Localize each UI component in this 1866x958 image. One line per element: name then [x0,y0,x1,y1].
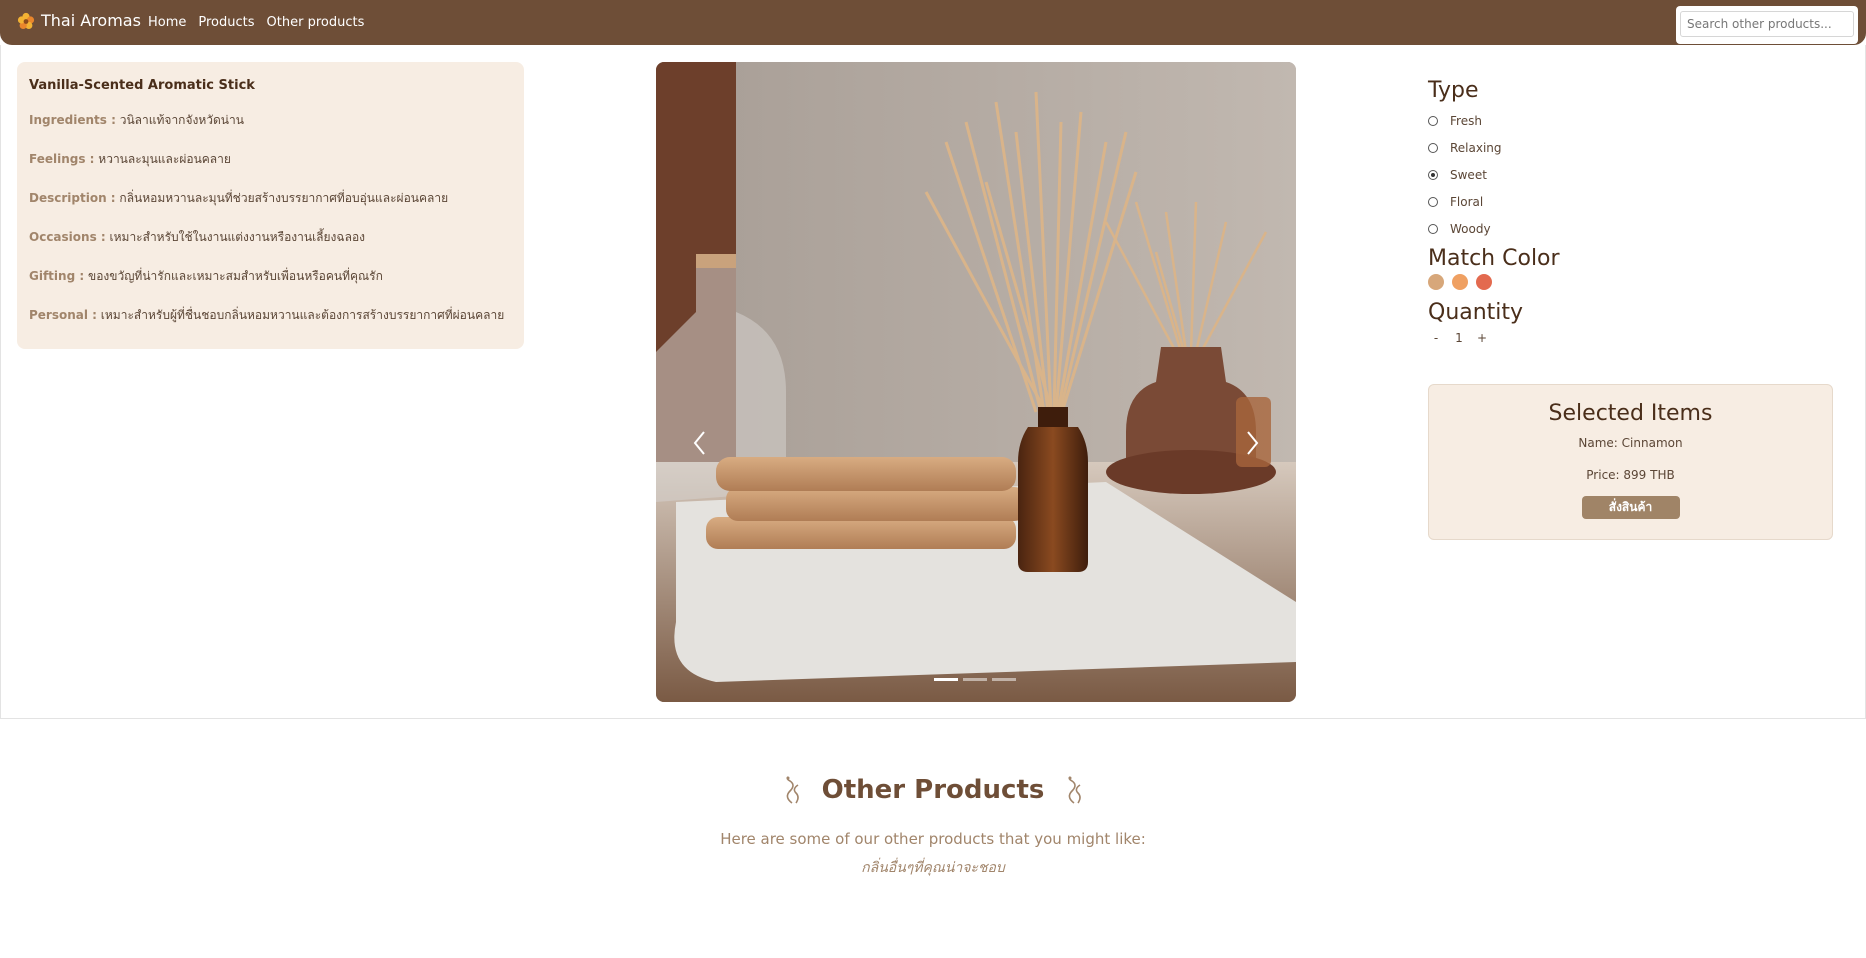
quantity-increase-button[interactable]: + [1474,331,1490,345]
product-image-carousel[interactable] [656,62,1296,702]
product-options: Type Fresh Relaxing Sweet Floral Woody M… [1428,78,1833,345]
selected-items-card: Selected Items Name: Cinnamon Price: 899… [1428,384,1833,540]
carousel-prev-button[interactable] [690,428,710,458]
color-swatch-orange[interactable] [1452,274,1468,290]
product-photo [656,62,1296,702]
brand[interactable]: Thai Aromas [17,11,141,30]
carousel-next-button[interactable] [1242,428,1262,458]
type-option-floral[interactable]: Floral [1428,188,1833,215]
quantity-heading: Quantity [1428,300,1524,325]
info-key: Description : [29,191,116,205]
quantity-value: 1 [1455,331,1463,345]
swirl-right-icon [1068,776,1082,804]
info-ingredients: Ingredients : วนิลาแท้จากจังหวัดน่าน [29,111,512,130]
selected-item-price: Price: 899 THB [1586,468,1675,482]
radio-button[interactable] [1428,196,1438,207]
radio-label: Relaxing [1450,140,1502,155]
radio-button[interactable] [1428,169,1438,180]
nav-home[interactable]: Home [148,15,186,30]
radio-label: Woody [1450,221,1491,236]
radio-label: Floral [1450,194,1484,209]
info-key: Feelings : [29,152,95,166]
info-value: วนิลาแท้จากจังหวัดน่าน [119,113,244,127]
type-option-relaxing[interactable]: Relaxing [1428,134,1833,161]
nav-links: Home Products Other products [148,15,364,30]
type-heading: Type [1428,78,1479,103]
type-option-sweet[interactable]: Sweet [1428,161,1833,188]
info-feelings: Feelings : หวานละมุนและผ่อนคลาย [29,150,512,169]
color-swatches [1428,274,1833,290]
info-value: ของขวัญที่น่ารักและเหมาะสมสำหรับเพื่อนหร… [87,269,383,283]
info-value: เหมาะสำหรับใช้ในงานแต่งงานหรืองานเลี้ยงฉ… [109,230,366,244]
quantity-decrease-button[interactable]: - [1428,331,1444,345]
other-products-section: Other Products Here are some of our othe… [0,775,1866,879]
info-occasions: Occasions : เหมาะสำหรับใช้ในงานแต่งงานหร… [29,228,512,247]
info-value: หวานละมุนและผ่อนคลาย [98,152,231,166]
info-key: Personal : [29,308,97,322]
color-swatch-tan[interactable] [1428,274,1444,290]
carousel-indicator[interactable] [963,678,987,681]
other-products-subtitle: Here are some of our other products that… [720,830,1146,848]
match-color-heading: Match Color [1428,246,1560,271]
radio-button[interactable] [1428,223,1438,234]
info-key: Occasions : [29,230,106,244]
selected-items-title: Selected Items [1548,401,1713,426]
quantity-stepper: - 1 + [1428,331,1833,345]
type-option-fresh[interactable]: Fresh [1428,107,1833,134]
radio-button[interactable] [1428,142,1438,153]
flower-icon [17,12,35,30]
info-key: Gifting : [29,269,85,283]
radio-label: Fresh [1450,113,1482,128]
search-container [1676,6,1858,44]
brand-name: Thai Aromas [41,11,141,30]
nav-other-products[interactable]: Other products [267,15,365,30]
swirl-left-icon [786,776,799,804]
info-key: Ingredients : [29,113,116,127]
info-personal: Personal : เหมาะสำหรับผู้ที่ชื่นชอบกลิ่น… [29,306,512,325]
type-option-woody[interactable]: Woody [1428,215,1833,242]
chevron-left-icon [693,431,705,455]
info-value: เหมาะสำหรับผู้ที่ชื่นชอบกลิ่นหอมหวานและต… [100,308,505,322]
color-swatch-red[interactable] [1476,274,1492,290]
info-value: กลิ่นหอมหวานละมุนที่ช่วยสร้างบรรยากาศที่… [119,191,449,205]
navbar: Thai Aromas Home Products Other products [0,0,1866,45]
search-input[interactable] [1680,11,1854,37]
type-radio-group: Fresh Relaxing Sweet Floral Woody [1428,107,1833,242]
carousel-indicator[interactable] [934,678,958,681]
radio-label: Sweet [1450,167,1487,182]
info-description: Description : กลิ่นหอมหวานละมุนที่ช่วยสร… [29,189,512,208]
chevron-right-icon [1247,431,1259,455]
carousel-indicators [934,678,1016,681]
other-products-title: Other Products [821,775,1045,805]
order-button[interactable]: สั่งสินค้า [1581,496,1680,519]
product-info-card: Vanilla-Scented Aromatic Stick Ingredien… [17,62,524,349]
radio-button[interactable] [1428,115,1438,126]
selected-item-name: Name: Cinnamon [1578,436,1683,450]
product-title: Vanilla-Scented Aromatic Stick [29,78,255,93]
info-gifting: Gifting : ของขวัญที่น่ารักและเหมาะสมสำหร… [29,267,512,286]
carousel-indicator[interactable] [992,678,1016,681]
other-products-header: Other Products [0,775,1866,805]
nav-products[interactable]: Products [198,15,254,30]
other-products-thai-subtitle: กลิ่นอื่นๆที่คุณน่าจะชอบ [861,860,1005,876]
